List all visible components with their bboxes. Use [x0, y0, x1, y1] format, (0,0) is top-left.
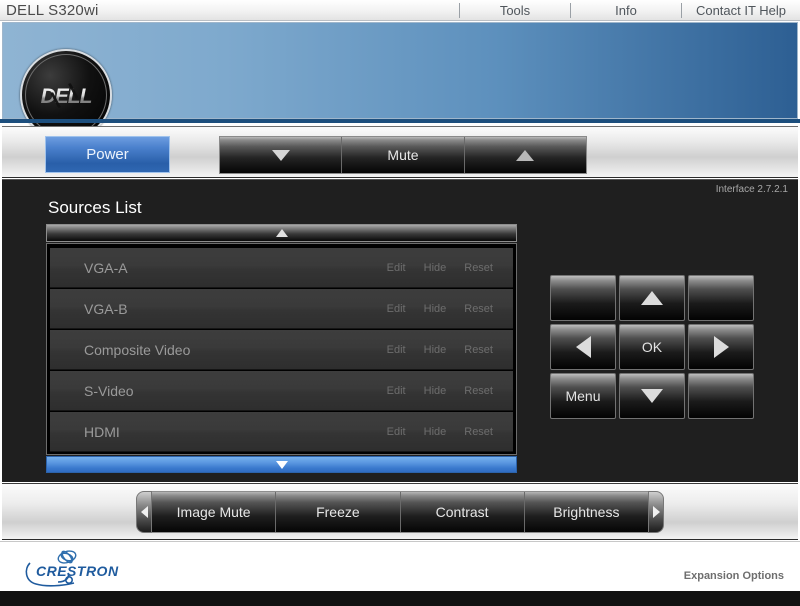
edit-button[interactable]: Edit	[387, 303, 406, 315]
triangle-up-icon	[275, 229, 288, 237]
menu-item-info[interactable]: Info	[571, 0, 681, 20]
tab-image-mute[interactable]: Image Mute	[152, 492, 277, 532]
pad-right-button[interactable]	[688, 324, 754, 370]
edit-button[interactable]: Edit	[387, 262, 406, 274]
hide-button[interactable]: Hide	[424, 262, 447, 274]
pad-blank-top-left[interactable]	[550, 275, 616, 321]
source-name: VGA-B	[84, 300, 128, 317]
pad-left-button[interactable]	[550, 324, 616, 370]
pad-blank-bottom-right[interactable]	[688, 373, 754, 419]
reset-button[interactable]: Reset	[464, 303, 493, 315]
pad-up-button[interactable]	[619, 275, 685, 321]
interface-version-label: Interface 2.7.2.1	[715, 184, 788, 195]
banner-underline	[0, 119, 800, 123]
menu-item-tools[interactable]: Tools	[460, 0, 570, 20]
table-row[interactable]: S-Video Edit Hide Reset	[50, 371, 513, 411]
toolbar-next-button[interactable]	[648, 491, 664, 533]
triangle-down-icon	[275, 460, 288, 469]
hide-button[interactable]: Hide	[424, 426, 447, 438]
row-actions: Edit Hide Reset	[387, 426, 493, 438]
triangle-down-icon	[641, 389, 663, 403]
crestron-logo: CRESTRON	[22, 549, 152, 589]
crestron-projector-control-page: DELL S320wi Tools Info Contact IT Help D…	[0, 0, 800, 606]
row-actions: Edit Hide Reset	[387, 262, 493, 274]
tab-contrast[interactable]: Contrast	[400, 492, 525, 532]
edit-button[interactable]: Edit	[387, 344, 406, 356]
hide-button[interactable]: Hide	[424, 303, 447, 315]
edit-button[interactable]: Edit	[387, 426, 406, 438]
triangle-left-icon	[140, 506, 148, 518]
bottom-black-bar	[0, 591, 800, 606]
sources-scroll-down-button[interactable]	[46, 456, 517, 473]
function-toolbar: Image Mute Freeze Contrast Brightness	[136, 490, 664, 534]
table-row[interactable]: HDMI Edit Hide Reset	[50, 412, 513, 452]
volume-down-button[interactable]	[220, 137, 343, 173]
top-menu-bar: DELL S320wi Tools Info Contact IT Help	[0, 0, 800, 21]
triangle-left-icon	[575, 336, 591, 358]
toolbar-prev-button[interactable]	[136, 491, 152, 533]
source-name: Composite Video	[84, 341, 191, 358]
row-actions: Edit Hide Reset	[387, 344, 493, 356]
source-name: S-Video	[84, 382, 134, 399]
pad-menu-button[interactable]: Menu	[550, 373, 616, 419]
sources-list: VGA-A Edit Hide Reset VGA-B Edit Hide Re…	[46, 243, 517, 455]
triangle-down-icon	[271, 149, 290, 161]
power-button[interactable]: Power	[45, 136, 170, 173]
triangle-up-icon	[516, 149, 535, 161]
sources-list-heading: Sources List	[48, 198, 142, 217]
hide-button[interactable]: Hide	[424, 344, 447, 356]
mute-button[interactable]: Mute	[342, 137, 465, 173]
menu-item-contact-it-help[interactable]: Contact IT Help	[682, 0, 800, 20]
volume-button-group: Mute	[219, 136, 587, 174]
triangle-right-icon	[713, 336, 729, 358]
function-tabs: Image Mute Freeze Contrast Brightness	[152, 491, 648, 533]
page-title: DELL S320wi	[6, 2, 99, 19]
expansion-options-label: Expansion Options	[683, 570, 784, 582]
reset-button[interactable]: Reset	[464, 262, 493, 274]
triangle-right-icon	[652, 506, 660, 518]
pad-ok-button[interactable]: OK	[619, 324, 685, 370]
sources-scroll-up-button[interactable]	[46, 224, 517, 242]
tab-brightness[interactable]: Brightness	[524, 492, 648, 532]
table-row[interactable]: VGA-A Edit Hide Reset	[50, 248, 513, 288]
pad-down-button[interactable]	[619, 373, 685, 419]
source-name: VGA-A	[84, 259, 128, 276]
tab-freeze[interactable]: Freeze	[276, 492, 401, 532]
edit-button[interactable]: Edit	[387, 385, 406, 397]
table-row[interactable]: VGA-B Edit Hide Reset	[50, 289, 513, 329]
table-row[interactable]: Composite Video Edit Hide Reset	[50, 330, 513, 370]
reset-button[interactable]: Reset	[464, 426, 493, 438]
volume-up-button[interactable]	[464, 137, 586, 173]
navigation-pad: OK Menu	[550, 275, 758, 425]
top-menu-items: Tools Info Contact IT Help	[459, 0, 800, 20]
triangle-up-icon	[641, 291, 663, 305]
brand-banner: DELL	[2, 22, 798, 141]
hide-button[interactable]: Hide	[424, 385, 447, 397]
pad-blank-top-right[interactable]	[688, 275, 754, 321]
source-name: HDMI	[84, 423, 120, 440]
row-actions: Edit Hide Reset	[387, 385, 493, 397]
crestron-logo-text: CRESTRON	[36, 563, 119, 579]
reset-button[interactable]: Reset	[464, 385, 493, 397]
reset-button[interactable]: Reset	[464, 344, 493, 356]
row-actions: Edit Hide Reset	[387, 303, 493, 315]
sources-list-container: VGA-A Edit Hide Reset VGA-B Edit Hide Re…	[46, 224, 517, 473]
